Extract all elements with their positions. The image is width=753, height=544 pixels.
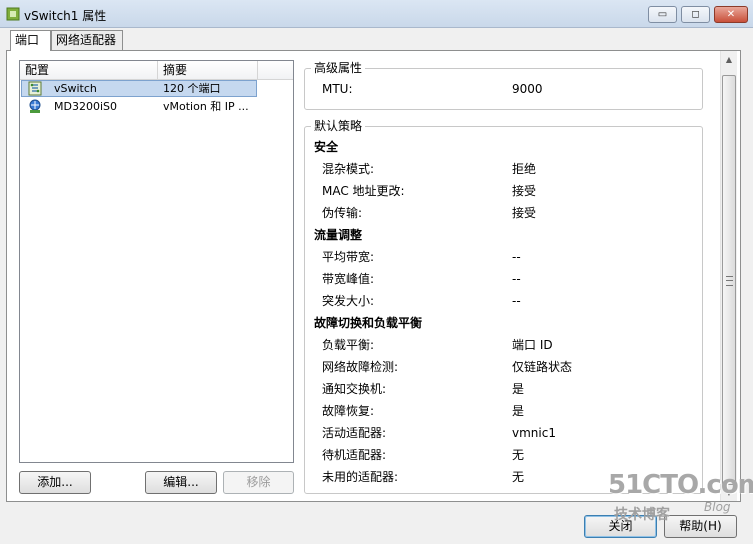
burst-size-row: 突发大小: -- (305, 290, 705, 312)
remove-button[interactable]: 移除 (223, 471, 294, 494)
traffic-heading-row: 流量调整 (305, 224, 705, 246)
peak-bandwidth-value: -- (512, 272, 521, 286)
failure-detection-value: 仅链路状态 (512, 360, 573, 374)
failover-heading: 故障切换和负载平衡 (314, 316, 423, 330)
traffic-heading: 流量调整 (314, 228, 363, 242)
promiscuous-row: 混杂模式: 拒绝 (305, 158, 705, 180)
edit-button[interactable]: 编辑... (145, 471, 217, 494)
watermark-blog: Blog (704, 500, 731, 514)
failback-label: 故障恢复: (322, 404, 375, 418)
properties-panel: 高级属性 MTU: 9000 默认策略 安全 混杂模式: 拒绝 MAC 地址更改:… (297, 51, 720, 501)
minimize-button[interactable]: ▭ (648, 6, 677, 23)
scroll-thumb[interactable] (722, 75, 736, 485)
column-header-summary[interactable]: 摘要 (158, 61, 258, 79)
tab-network-adapters[interactable]: 网络适配器 (51, 30, 123, 50)
tab-ports[interactable]: 端口 (10, 30, 51, 51)
help-button[interactable]: 帮助(H) (664, 515, 737, 538)
standby-adapters-row: 待机适配器: 无 (305, 444, 705, 466)
unused-adapters-label: 未用的适配器: (322, 470, 399, 484)
column-header-config[interactable]: 配置 (20, 61, 158, 79)
list-row-vswitch[interactable]: vSwitch 120 个端口 (20, 80, 293, 97)
row-summary: vMotion 和 IP ... (163, 100, 249, 113)
scroll-up-arrow-icon[interactable]: ▲ (721, 51, 737, 68)
list-row-md3200is0[interactable]: MD3200iS0 vMotion 和 IP ... (20, 98, 293, 115)
promiscuous-label: 混杂模式: (322, 162, 375, 176)
promiscuous-value: 拒绝 (512, 162, 537, 176)
failure-detection-label: 网络故障检测: (322, 360, 399, 374)
watermark: 51CTO.com 技术博客 Blog (608, 470, 753, 523)
forged-label: 伪传输: (322, 206, 363, 220)
peak-bandwidth-label: 带宽峰值: (322, 272, 375, 286)
default-policy-group: 默认策略 安全 混杂模式: 拒绝 MAC 地址更改: 接受 伪传输: 接受 流量调整 … (304, 119, 705, 494)
forged-value: 接受 (512, 206, 537, 220)
failback-value: 是 (512, 404, 525, 418)
port-list[interactable]: 配置 摘要 vSwitch 120 个端口 MD3200iS0 vMotion … (19, 60, 294, 463)
avg-bandwidth-value: -- (512, 250, 521, 264)
row-config: MD3200iS0 (54, 100, 117, 113)
failover-heading-row: 故障切换和负载平衡 (305, 312, 705, 334)
close-icon: ✕ (726, 9, 736, 20)
add-button[interactable]: 添加... (19, 471, 91, 494)
vmkernel-port-icon (29, 99, 41, 113)
avg-bandwidth-row: 平均带宽: -- (305, 246, 705, 268)
load-balancing-row: 负载平衡: 端口 ID (305, 334, 705, 356)
row-summary: 120 个端口 (163, 82, 221, 95)
advanced-properties-group: 高级属性 MTU: 9000 (304, 61, 705, 110)
grip-icon (726, 276, 733, 286)
watermark-sub: 技术博客 (614, 507, 670, 523)
title-bar: vSwitch1 属性 ▭ ◻ ✕ (0, 0, 753, 28)
advanced-group-title: 高级属性 (311, 61, 366, 76)
notify-switches-label: 通知交换机: (322, 382, 387, 396)
close-window-button[interactable]: ✕ (714, 6, 748, 23)
vswitch-icon (28, 81, 42, 96)
active-adapters-row: 活动适配器: vmnic1 (305, 422, 705, 444)
standby-adapters-value: 无 (512, 448, 525, 462)
load-balancing-label: 负载平衡: (322, 338, 375, 352)
standby-adapters-label: 待机适配器: (322, 448, 387, 462)
mac-change-value: 接受 (512, 184, 537, 198)
window-title: vSwitch1 属性 (24, 9, 107, 23)
watermark-main: 51CTO.com (608, 470, 753, 500)
notify-switches-value: 是 (512, 382, 525, 396)
mtu-row: MTU: 9000 (305, 78, 705, 100)
avg-bandwidth-label: 平均带宽: (322, 250, 375, 264)
notify-switches-row: 通知交换机: 是 (305, 378, 705, 400)
list-header: 配置 摘要 (20, 61, 293, 80)
mtu-label: MTU: (322, 82, 353, 96)
mtu-value: 9000 (512, 82, 543, 96)
burst-size-label: 突发大小: (322, 294, 375, 308)
policy-group-title: 默认策略 (311, 119, 366, 134)
active-adapters-label: 活动适配器: (322, 426, 387, 440)
vsphere-app-icon (6, 7, 20, 21)
forged-row: 伪传输: 接受 (305, 202, 705, 224)
peak-bandwidth-row: 带宽峰值: -- (305, 268, 705, 290)
security-heading-row: 安全 (305, 136, 705, 158)
properties-scrollbar[interactable]: ▲ ▼ (720, 51, 737, 501)
maximize-icon: ◻ (691, 9, 700, 20)
failure-detection-row: 网络故障检测: 仅链路状态 (305, 356, 705, 378)
load-balancing-value: 端口 ID (512, 338, 553, 352)
active-adapters-value: vmnic1 (512, 426, 556, 440)
minimize-icon: ▭ (657, 9, 668, 20)
mac-change-label: MAC 地址更改: (322, 184, 405, 198)
row-config: vSwitch (54, 82, 97, 95)
burst-size-value: -- (512, 294, 521, 308)
security-heading: 安全 (314, 140, 339, 154)
failback-row: 故障恢复: 是 (305, 400, 705, 422)
mac-change-row: MAC 地址更改: 接受 (305, 180, 705, 202)
unused-adapters-value: 无 (512, 470, 525, 484)
maximize-button[interactable]: ◻ (681, 6, 710, 23)
